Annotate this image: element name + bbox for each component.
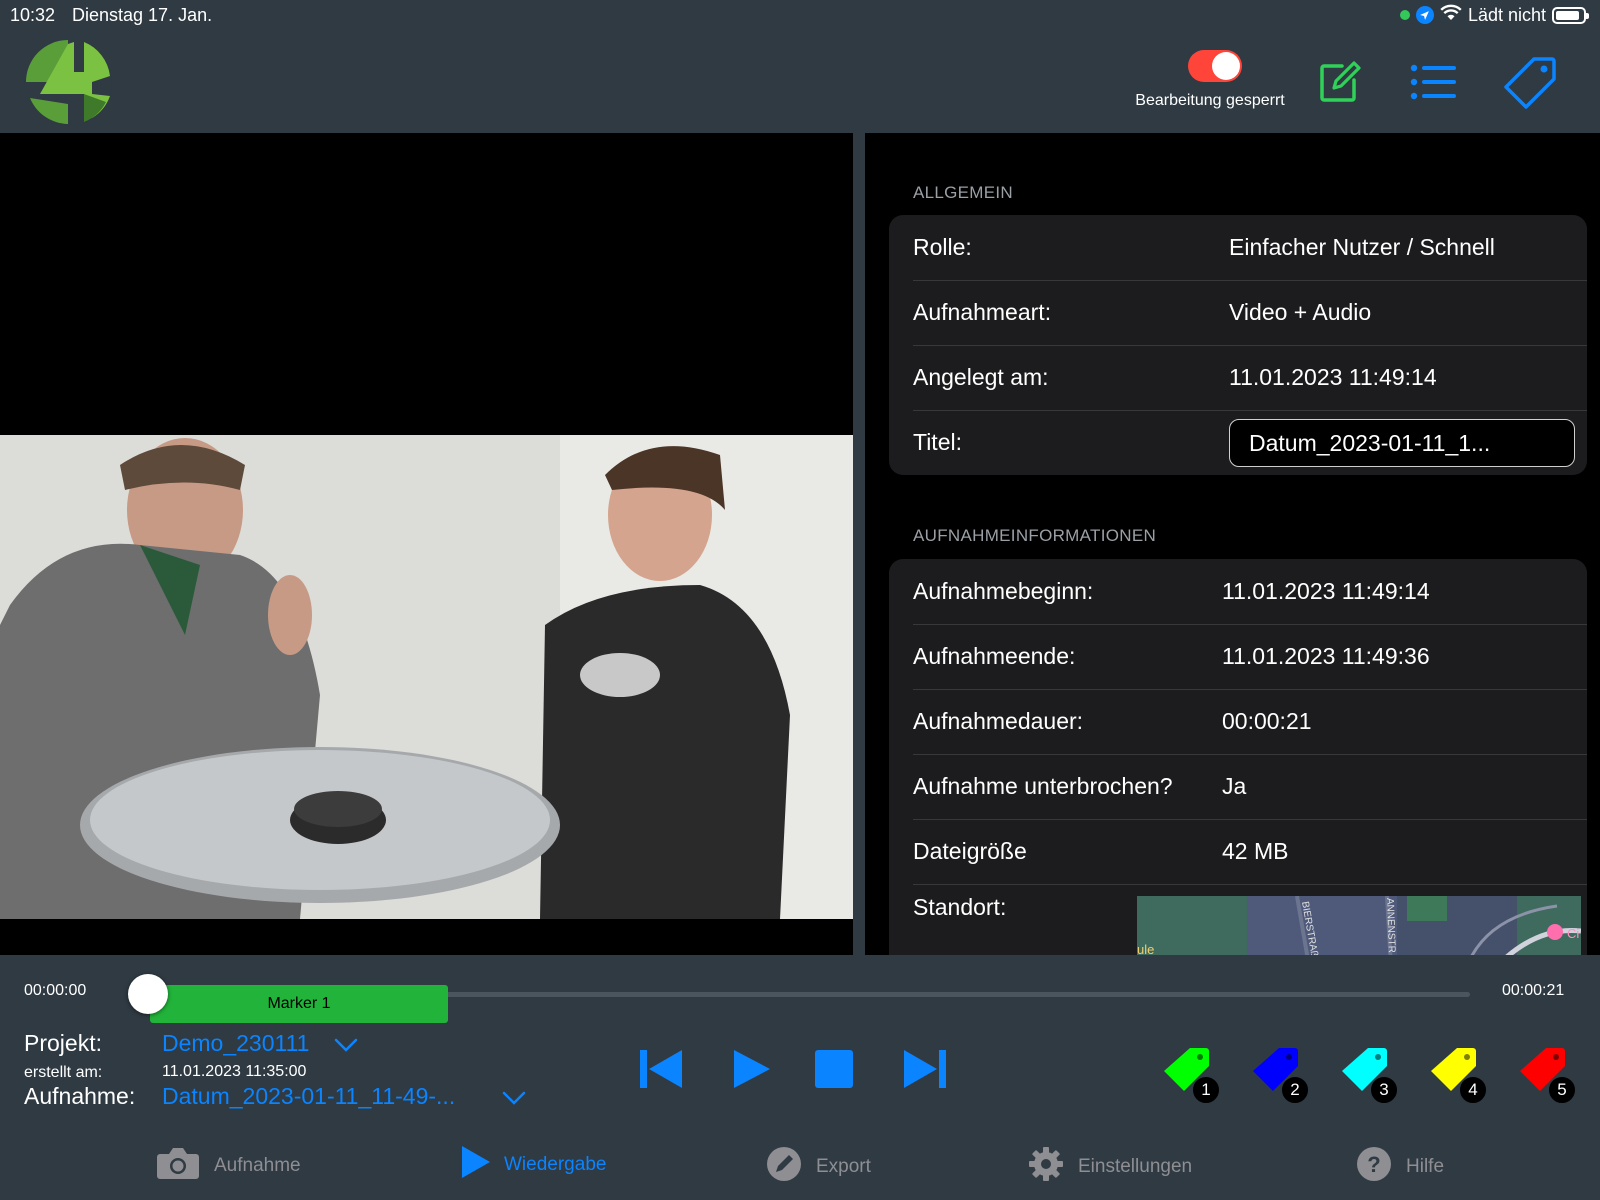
color-tag-2-button[interactable]: 2 [1249, 1046, 1309, 1104]
row-value: 11.01.2023 11:49:36 [1222, 643, 1430, 669]
recording-group: Aufnahmebeginn: 11.01.2023 11:49:14 Aufn… [889, 559, 1587, 955]
info-row-recording-type: Aufnahmeart: Video + Audio [889, 280, 1587, 345]
skip-back-icon[interactable] [640, 1050, 684, 1093]
row-value: 11.01.2023 11:49:14 [1222, 578, 1430, 604]
row-label: Aufnahme unterbrochen? [913, 773, 1173, 799]
help-icon: ? [1356, 1146, 1392, 1188]
info-row-role: Rolle: Einfacher Nutzer / Schnell [889, 215, 1587, 280]
pencil-icon [766, 1146, 802, 1188]
play-icon[interactable] [734, 1050, 770, 1093]
tab-label: Export [816, 1156, 871, 1177]
row-label: Rolle: [913, 234, 972, 260]
row-label: Angelegt am: [913, 364, 1049, 390]
info-row-location: Standort: BIERSTRAß ANNENSTR ule Ci [889, 884, 1587, 955]
status-indicators: Lädt nicht [1399, 4, 1589, 26]
map-label-place: Ci [1567, 926, 1579, 941]
section-header-general: ALLGEMEIN [913, 183, 1014, 202]
row-label: Aufnahmeart: [913, 299, 1052, 325]
edit-lock-label: Bearbeitung gesperrt [1135, 92, 1285, 109]
tab-label: Hilfe [1406, 1156, 1445, 1177]
panel-divider[interactable] [853, 133, 865, 955]
color-tag-4-button[interactable]: 4 [1427, 1046, 1487, 1104]
tab-label: Wiedergabe [504, 1154, 607, 1175]
color-tag-number: 4 [1459, 1076, 1487, 1104]
list-icon[interactable] [1410, 62, 1458, 102]
timeline-end-time: 00:00:21 [1502, 982, 1565, 999]
created-value: 11.01.2023 11:35:00 [162, 1063, 307, 1080]
tab-label: Einstellungen [1078, 1156, 1193, 1177]
location-icon [1415, 6, 1434, 24]
app-logo [22, 36, 114, 128]
row-label: Titel: [913, 429, 962, 455]
chevron-down-icon[interactable] [334, 1038, 358, 1057]
row-label: Standort: [913, 894, 1007, 920]
play-icon [462, 1146, 490, 1184]
timeline-scrubber[interactable] [128, 974, 168, 1014]
row-value: Video + Audio [1229, 299, 1372, 325]
row-value: 11.01.2023 11:49:14 [1229, 364, 1437, 390]
video-frame [0, 435, 853, 919]
tab-hilfe[interactable]: ? Hilfe [1356, 1146, 1444, 1188]
color-tag-1-button[interactable]: 1 [1160, 1046, 1220, 1104]
color-tag-number: 3 [1370, 1076, 1398, 1104]
timeline-start-time: 00:00:00 [24, 982, 87, 999]
tab-wiedergabe[interactable]: Wiedergabe [462, 1146, 606, 1184]
map-label-place: ule [1137, 942, 1154, 955]
info-row-title: Titel: Datum_2023-01-11_1... [889, 410, 1587, 475]
battery-icon [1552, 6, 1589, 24]
row-value: 42 MB [1222, 838, 1289, 864]
recording-selector[interactable]: Datum_2023-01-11_11-49-... [162, 1083, 455, 1110]
charging-status: Lädt nicht [1467, 4, 1546, 25]
color-tag-number: 5 [1548, 1076, 1576, 1104]
tab-aufnahme[interactable]: Aufnahme [156, 1146, 301, 1186]
status-date: Dienstag 17. Jan. [72, 5, 213, 25]
row-value: Ja [1222, 773, 1247, 799]
project-label: Projekt: [24, 1030, 102, 1056]
row-value: Einfacher Nutzer / Schnell [1229, 234, 1495, 260]
tab-label: Aufnahme [214, 1155, 301, 1176]
chevron-down-icon[interactable] [502, 1091, 526, 1110]
wifi-icon [1440, 4, 1462, 26]
project-selector[interactable]: Demo_230111 [162, 1030, 309, 1057]
location-map[interactable]: BIERSTRAß ANNENSTR ule Ci [1137, 896, 1581, 955]
recording-info-panel[interactable]: ALLGEMEIN Rolle: Einfacher Nutzer / Schn… [865, 133, 1600, 955]
tab-export[interactable]: Export [766, 1146, 871, 1188]
status-time: 10:32 [10, 5, 56, 25]
info-row-start: Aufnahmebeginn: 11.01.2023 11:49:14 [889, 559, 1587, 624]
note-edit-icon[interactable] [1316, 58, 1364, 106]
recording-label: Aufnahme: [24, 1083, 136, 1109]
general-group: Rolle: Einfacher Nutzer / Schnell Aufnah… [889, 215, 1587, 475]
status-bar: 10:32 Dienstag 17. Jan. Lädt nicht [0, 0, 1600, 30]
skip-forward-icon[interactable] [902, 1050, 946, 1093]
tag-icon[interactable] [1504, 55, 1558, 109]
timeline-marker[interactable]: Marker 1 [150, 985, 448, 1023]
info-row-interrupted: Aufnahme unterbrochen? Ja [889, 754, 1587, 819]
color-tag-3-button[interactable]: 3 [1338, 1046, 1398, 1104]
section-header-recording: AUFNAHMEINFORMATIONEN [913, 526, 1157, 545]
info-row-filesize: Dateigröße 42 MB [889, 819, 1587, 884]
title-input[interactable]: Datum_2023-01-11_1... [1229, 419, 1575, 467]
row-label: Aufnahmeende: [913, 643, 1076, 669]
row-label: Aufnahmebeginn: [913, 578, 1094, 604]
camera-in-use-indicator [1399, 10, 1410, 20]
video-player[interactable] [0, 133, 853, 955]
stop-icon[interactable] [815, 1050, 853, 1093]
map-label-street: ANNENSTR [1384, 898, 1397, 953]
row-value: 00:00:21 [1222, 708, 1312, 734]
tab-einstellungen[interactable]: Einstellungen [1028, 1146, 1192, 1188]
gear-icon [1028, 1146, 1064, 1188]
edit-lock-toggle[interactable] [1188, 50, 1242, 82]
svg-text:?: ? [1367, 1152, 1380, 1177]
row-label: Aufnahmedauer: [913, 708, 1084, 734]
color-tag-number: 1 [1192, 1076, 1220, 1104]
created-label: erstellt am: [24, 1064, 103, 1081]
info-row-created: Angelegt am: 11.01.2023 11:49:14 [889, 345, 1587, 410]
row-label: Dateigröße [913, 838, 1027, 864]
color-tag-number: 2 [1281, 1076, 1309, 1104]
info-row-end: Aufnahmeende: 11.01.2023 11:49:36 [889, 624, 1587, 689]
info-row-duration: Aufnahmedauer: 00:00:21 [889, 689, 1587, 754]
camera-icon [156, 1146, 200, 1186]
color-tag-5-button[interactable]: 5 [1516, 1046, 1576, 1104]
